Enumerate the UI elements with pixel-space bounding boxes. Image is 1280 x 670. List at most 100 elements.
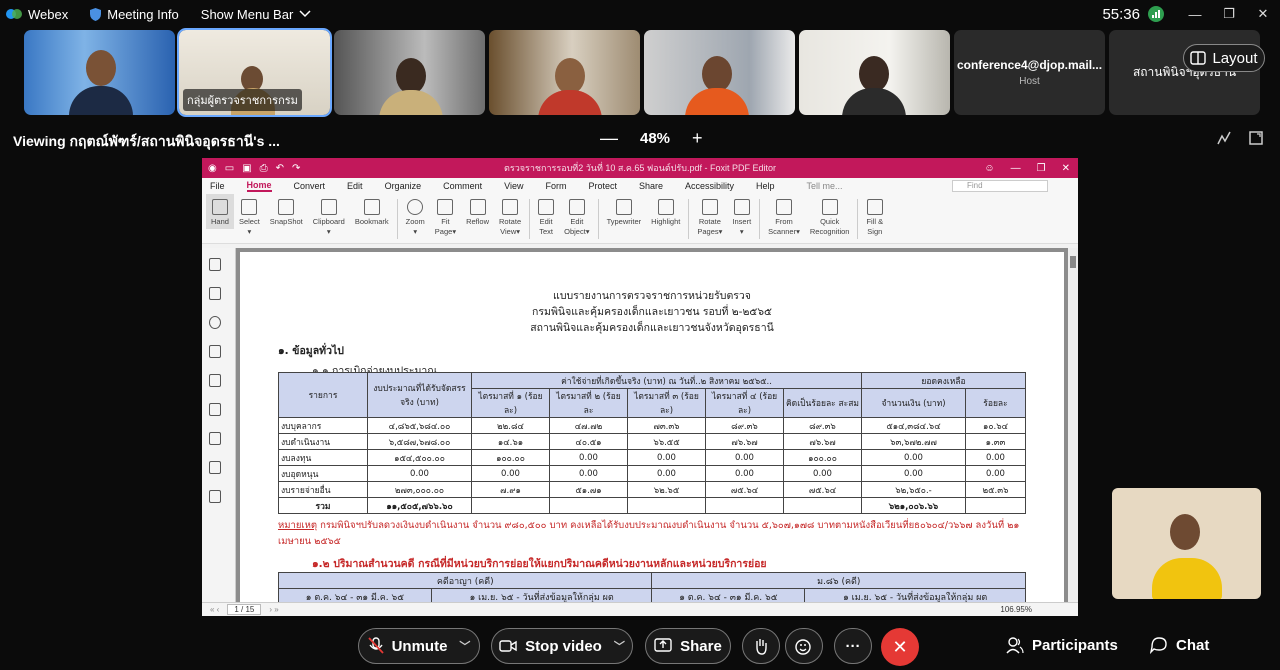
header-amount: จำนวนเงิน (บาท) [861,388,966,418]
ribbon-rotate-pages-button[interactable]: Rotate Pages▾ [692,194,727,239]
zoom-percentage[interactable]: 106.95% [1000,605,1032,614]
scrollbar-thumb[interactable] [1070,256,1076,268]
webex-brand[interactable]: Webex [6,7,68,22]
participants-icon [1006,637,1024,654]
end-call-button[interactable]: ✕ [881,628,919,666]
destinations-panel-icon[interactable] [209,490,221,503]
ribbon-bookmark-button[interactable]: Bookmark [350,194,394,229]
ribbon-rotate-view-button[interactable]: Rotate View▾ [494,194,526,239]
show-menu-bar-button[interactable]: Show Menu Bar [201,7,312,22]
select-cursor-icon [241,199,258,215]
participants-label: Participants [1032,636,1118,654]
ribbon-reflow-button[interactable]: Reflow [461,194,494,229]
raise-hand-button[interactable] [742,628,780,664]
header-remaining: ยอดคงเหลือ [861,372,1026,389]
ribbon-edit-object-button[interactable]: Edit Object▾ [559,194,594,239]
annotate-icon[interactable] [1216,130,1232,146]
zoom-out-button[interactable]: — [600,128,618,149]
menu-home[interactable]: Home [246,180,272,192]
participant-tile[interactable] [24,30,175,115]
participant-tile[interactable] [334,30,485,115]
bookmarks-panel-icon[interactable] [209,258,221,271]
unmute-button[interactable]: Unmute ﹀ [358,628,480,664]
participant-tile[interactable]: สถานพินิจฯอุดรธานี [1109,30,1260,115]
layers-panel-icon[interactable] [209,345,221,358]
participants-button[interactable]: Participants [1006,636,1118,654]
connection-quality-icon[interactable] [1148,6,1164,22]
page-nav-next-icons[interactable]: › » [269,605,278,614]
security-panel-icon[interactable] [209,403,221,416]
self-view-video[interactable] [1112,488,1261,599]
menu-view[interactable]: View [504,181,523,191]
menu-edit[interactable]: Edit [347,181,363,191]
minimize-button[interactable]: — [1178,7,1212,22]
comments-panel-icon[interactable] [209,316,221,329]
zoom-icon [407,199,424,215]
highlight-pen-icon [657,199,674,215]
chat-button[interactable]: Chat [1150,636,1209,654]
content-panel-icon[interactable] [209,432,221,445]
layout-button[interactable]: Layout [1183,44,1265,72]
menu-comment[interactable]: Comment [443,181,482,191]
chevron-down-icon[interactable]: ﹀ [614,638,625,654]
participant-name-tag: กลุ่มผู้ตรวจราชการกรม [183,89,302,111]
page-nav-icons[interactable]: « ‹ [210,605,219,614]
fullscreen-icon[interactable] [1248,130,1264,146]
more-options-button[interactable]: ··· [834,628,872,664]
ribbon-snapshot-button[interactable]: SnapShot [265,194,308,229]
close-button[interactable]: ✕ [1246,6,1280,22]
pages-panel-icon[interactable] [209,287,221,300]
participant-tile[interactable] [489,30,640,115]
menu-share[interactable]: Share [639,181,663,191]
pdf-page[interactable]: แบบรายงานการตรวจราชการหน่วยรับตรวจ กรมพิ… [240,252,1064,602]
stop-video-button[interactable]: Stop video ﹀ [491,628,633,664]
foxit-minimize-button[interactable]: — [1011,163,1021,174]
participant-tile[interactable] [644,30,795,115]
find-input[interactable]: Find [952,180,1048,192]
ribbon-zoom-button[interactable]: Zoom ▾ [401,194,430,239]
ribbon-fit-page-button[interactable]: Fit Page▾ [430,194,461,239]
restore-button[interactable]: ❐ [1212,6,1246,22]
participant-tile[interactable] [799,30,950,115]
menu-convert[interactable]: Convert [294,181,326,191]
chevron-down-icon[interactable]: ﹀ [459,638,470,654]
ribbon-highlight-button[interactable]: Highlight [646,194,685,229]
foxit-doc-title: ตรวจราชการรอบที่2 วันที่ 10 ส.ค.65 ฟอนต์… [504,163,776,173]
share-button[interactable]: Share [645,628,731,664]
zoom-in-button[interactable]: + [692,128,703,149]
ribbon-clipboard-button[interactable]: Clipboard ▾ [308,194,350,239]
ribbon-quick-recognition-button[interactable]: Quick Recognition [805,194,855,239]
participant-strip: กลุ่มผู้ตรวจราชการกรม conference4@djop.m… [24,28,1260,117]
page-indicator[interactable]: 1 / 15 [227,604,262,615]
ribbon-from-scanner-button[interactable]: From Scanner▾ [763,194,805,239]
menu-help[interactable]: Help [756,181,775,191]
ribbon-typewriter-button[interactable]: Typewriter [602,194,647,229]
header-section-86-cases: ม.๘๖ (คดี) [651,572,1026,589]
menu-accessibility[interactable]: Accessibility [685,181,734,191]
participant-tile-active[interactable]: กลุ่มผู้ตรวจราชการกรม [177,28,332,117]
menu-form[interactable]: Form [545,181,566,191]
ribbon-insert-button[interactable]: Insert ▾ [727,194,756,239]
more-dots-icon: ··· [845,637,861,655]
ribbon-fill-sign-button[interactable]: Fill & Sign [861,194,888,239]
meeting-info-button[interactable]: Meeting Info [90,7,179,22]
foxit-restore-button[interactable]: ❐ [1037,163,1046,174]
attachments-panel-icon[interactable] [209,374,221,387]
menu-protect[interactable]: Protect [588,181,617,191]
foxit-account-icon[interactable]: ☺ [984,163,994,174]
vertical-scrollbar[interactable] [1068,248,1078,602]
ribbon-edit-text-button[interactable]: Edit Text [533,194,559,239]
ribbon-hand-button[interactable]: Hand [206,194,234,229]
menu-file[interactable]: File [210,181,225,191]
tell-me-input[interactable]: Tell me... [807,181,843,191]
ribbon-select-button[interactable]: Select ▾ [234,194,265,239]
menu-organize[interactable]: Organize [385,181,422,191]
shared-screen[interactable]: ◉ ▭ ▣ ⎙ ↶ ↷ ตรวจราชการรอบที่2 วันที่ 10 … [202,158,1078,616]
emoji-reaction-icon [795,639,811,655]
foxit-ribbon: Hand Select ▾ SnapShot Clipboard ▾ Bookmar… [202,194,1078,244]
reactions-button[interactable] [785,628,823,664]
participant-tile-host[interactable]: conference4@djop.mail... Host [954,30,1105,115]
foxit-close-button[interactable]: ✕ [1062,163,1070,174]
reflow-icon [469,199,486,215]
signature-panel-icon[interactable] [209,461,221,474]
